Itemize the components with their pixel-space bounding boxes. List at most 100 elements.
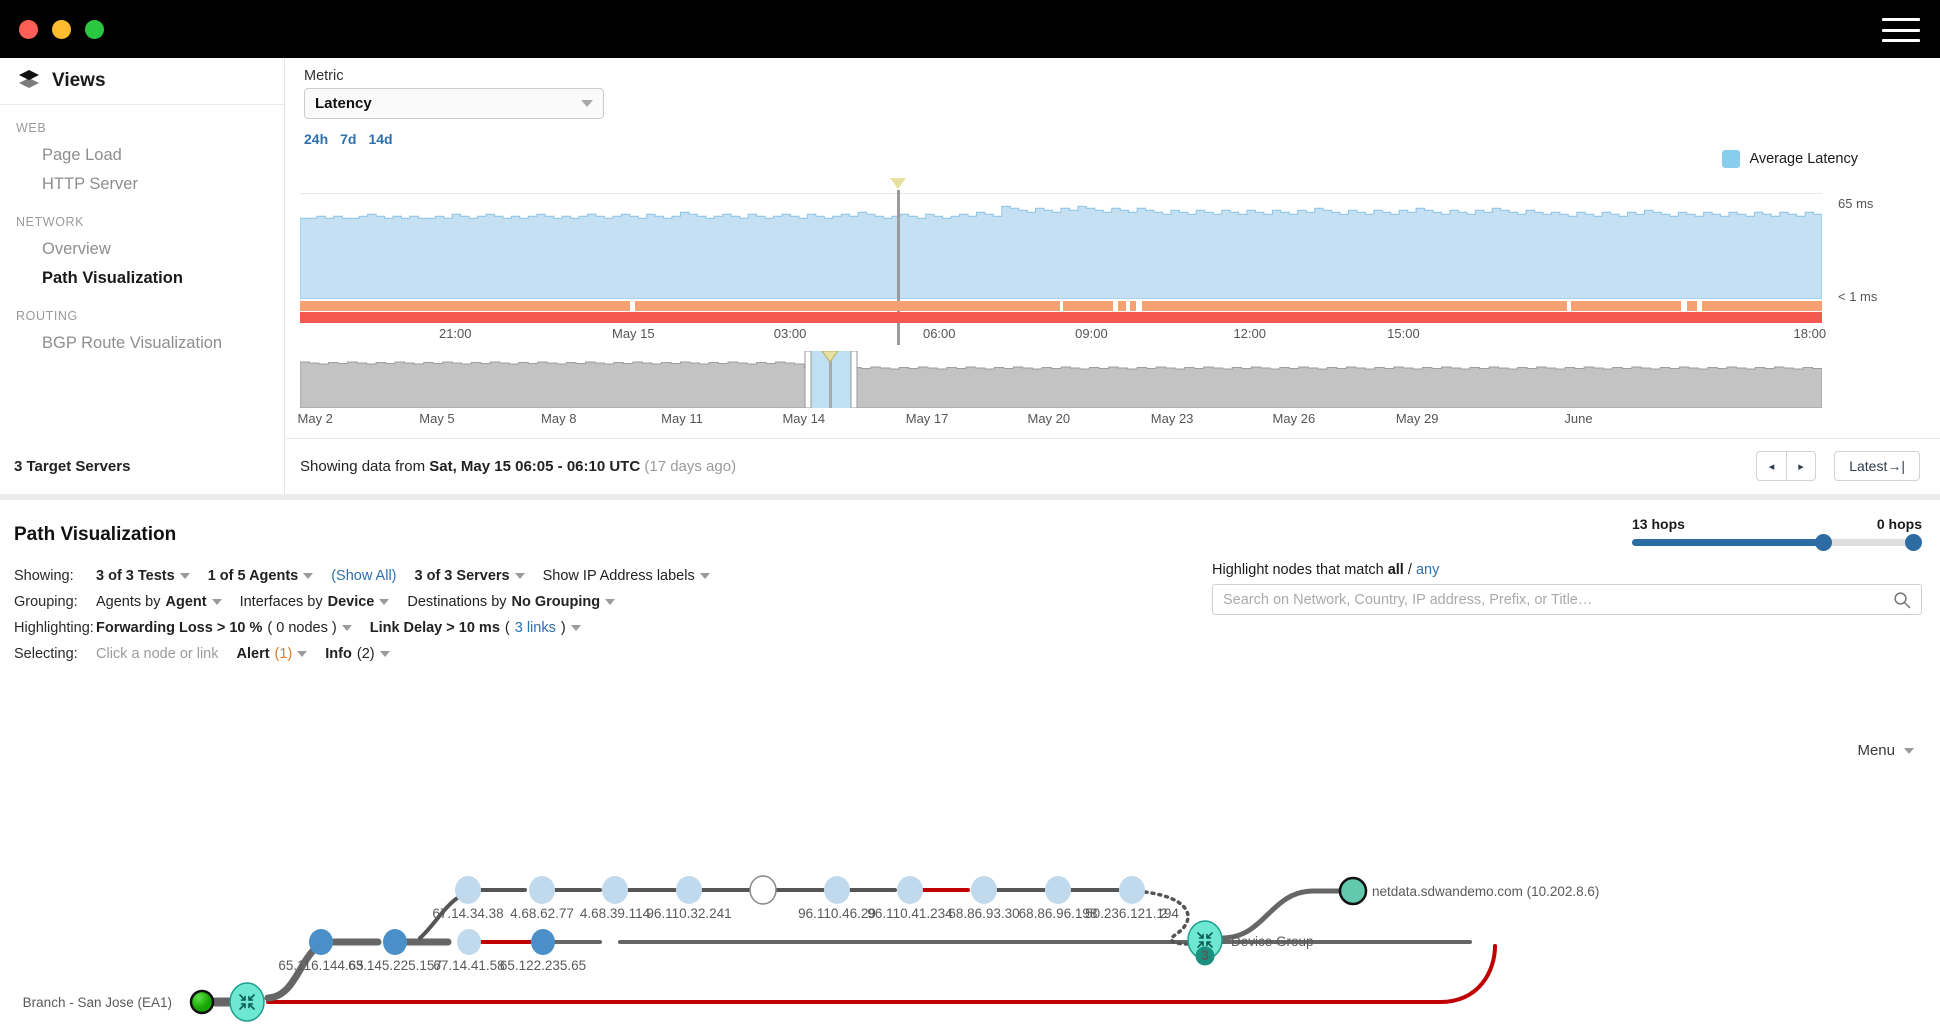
showing-data-text: Showing data from Sat, May 15 06:05 - 06…	[300, 458, 736, 475]
hop-label: 96.110.46.29	[798, 906, 876, 921]
window-minimize-button[interactable]	[52, 20, 71, 39]
show-ip-address-labels[interactable]: Show IP Address labels	[543, 568, 710, 584]
overview-x-tick-label: May 5	[419, 411, 454, 426]
chevron-down-icon	[700, 573, 710, 579]
target-servers-count: 3 Target Servers	[0, 438, 285, 494]
hamburger-menu-icon[interactable]	[1882, 18, 1920, 42]
hop-label: 4.68.39.114	[580, 906, 651, 921]
x-tick-label: 03:00	[774, 326, 807, 341]
metric-select[interactable]: Latency	[304, 88, 604, 119]
range-tab-14d[interactable]: 14d	[368, 131, 392, 147]
grouping-agents-prefix: Agents by	[96, 594, 161, 610]
overview-x-tick-label: May 17	[906, 411, 949, 426]
search-input[interactable]	[1223, 592, 1887, 608]
filter-agents[interactable]: 1 of 5 Agents	[208, 568, 314, 584]
sidebar-item-bgp-route-visualization[interactable]: BGP Route Visualization	[0, 329, 284, 358]
filter-servers[interactable]: 3 of 3 Servers	[415, 568, 525, 584]
data-range-bar: Showing data from Sat, May 15 06:05 - 06…	[286, 438, 1940, 494]
prev-period-button[interactable]: ◂	[1756, 451, 1786, 481]
grouping-agents[interactable]: Agents by Agent	[96, 594, 222, 610]
selecting-info[interactable]: Info (2)	[325, 646, 389, 662]
hops-slider-handle-right[interactable]	[1905, 534, 1922, 551]
overview-x-tick-label: May 23	[1151, 411, 1194, 426]
sidebar-item-page-load[interactable]: Page Load	[0, 141, 284, 170]
grouping-row: Grouping: Agents by Agent Interfaces by …	[14, 594, 633, 610]
next-period-button[interactable]: ▸	[1786, 451, 1816, 481]
selecting-info-label: Info	[325, 646, 352, 662]
showing-row-label: Showing:	[14, 568, 96, 584]
range-tab-24h[interactable]: 24h	[304, 131, 328, 147]
metric-chart-area: Metric Latency 24h 7d 14d Average Latenc…	[286, 58, 1940, 438]
chart-event-band[interactable]	[300, 301, 1822, 323]
path-graph[interactable]: 3 Branch - San Jose (EA1) 10.202.0.254 D…	[0, 770, 1940, 1026]
grouping-destinations[interactable]: Destinations by No Grouping	[407, 594, 615, 610]
highlight-match-any[interactable]: any	[1416, 562, 1439, 578]
hop-label: 50.236.121.194	[1085, 906, 1179, 921]
time-range-tabs: 24h 7d 14d	[304, 131, 393, 147]
x-tick-label: 12:00	[1233, 326, 1266, 341]
showing-data-range: Sat, May 15 06:05 - 06:10 UTC	[429, 458, 640, 475]
x-tick-label: 21:00	[439, 326, 472, 341]
sidebar-section-routing: ROUTING	[0, 293, 284, 329]
svg-text:Device Group: Device Group	[1231, 934, 1314, 949]
metric-label: Metric	[304, 68, 343, 84]
grouping-interfaces[interactable]: Interfaces by Device	[240, 594, 390, 610]
window-maximize-button[interactable]	[85, 20, 104, 39]
graph-menu-label: Menu	[1857, 742, 1895, 759]
sidebar-section-web: WEB	[0, 105, 284, 141]
y-axis-min-label: < 1 ms	[1838, 289, 1877, 304]
window-close-button[interactable]	[19, 20, 38, 39]
x-tick-label: 18:00	[1794, 326, 1827, 341]
metric-select-value: Latency	[315, 95, 581, 112]
highlight-match-sep: /	[1404, 562, 1416, 578]
sidebar-item-path-visualization[interactable]: Path Visualization	[0, 264, 284, 293]
hops-slider-handle-left[interactable]	[1815, 534, 1832, 551]
filter-agents-label: 1 of 5 Agents	[208, 568, 299, 584]
chevron-down-icon	[571, 625, 581, 631]
grouping-row-label: Grouping:	[14, 594, 96, 610]
filter-servers-label: 3 of 3 Servers	[415, 568, 510, 584]
hop-label: 63.145.225.157	[348, 958, 442, 973]
chart-overview-brush[interactable]	[300, 351, 1822, 408]
hop-label: 68.86.93.30	[948, 906, 1019, 921]
range-tab-7d[interactable]: 7d	[340, 131, 356, 147]
chevron-down-icon	[605, 599, 615, 605]
selecting-row: Selecting: Click a node or link Alert (1…	[14, 646, 408, 662]
graph-menu-button[interactable]: Menu	[1857, 742, 1914, 759]
sidebar-item-overview[interactable]: Overview	[0, 235, 284, 264]
hops-slider-track[interactable]	[1632, 539, 1922, 546]
filter-tests[interactable]: 3 of 3 Tests	[96, 568, 190, 584]
showing-row: Showing: 3 of 3 Tests 1 of 5 Agents (Sho…	[14, 568, 728, 584]
chart-legend: Average Latency	[1722, 150, 1858, 168]
svg-text:Branch - San Jose (EA1): Branch - San Jose (EA1)	[23, 995, 172, 1010]
show-all-link[interactable]: (Show All)	[331, 568, 396, 584]
sidebar-section-network: NETWORK	[0, 199, 284, 235]
path-visualization-panel: Path Visualization 13 hops 0 hops Showin…	[0, 494, 1940, 1020]
grouping-agents-value: Agent	[166, 594, 207, 610]
latest-button[interactable]: Latest→|	[1834, 451, 1920, 481]
time-nav-buttons: ◂ ▸	[1756, 451, 1816, 481]
selecting-alert[interactable]: Alert (1)	[237, 646, 308, 662]
overview-x-tick-label: May 29	[1396, 411, 1439, 426]
grouping-destinations-prefix: Destinations by	[407, 594, 506, 610]
chevron-down-icon	[342, 625, 352, 631]
hops-slider[interactable]: 13 hops 0 hops	[1632, 516, 1922, 546]
svg-text:3: 3	[1201, 948, 1209, 963]
x-tick-label: 15:00	[1387, 326, 1420, 341]
selecting-row-label: Selecting:	[14, 646, 96, 662]
layers-icon	[18, 69, 40, 94]
highlight-match-all[interactable]: all	[1388, 562, 1404, 578]
overview-x-tick-label: May 26	[1273, 411, 1316, 426]
chart-plot-area[interactable]	[300, 193, 1822, 298]
grouping-destinations-value: No Grouping	[512, 594, 601, 610]
highlight-link-delay-count-suffix: )	[561, 620, 566, 636]
highlight-link-delay[interactable]: Link Delay > 10 ms ( 3 links )	[370, 620, 581, 636]
highlight-link-delay-links[interactable]: 3 links	[515, 620, 556, 636]
search-icon[interactable]	[1893, 591, 1911, 614]
sidebar-item-http-server[interactable]: HTTP Server	[0, 170, 284, 199]
hops-left-label: 13 hops	[1632, 516, 1685, 532]
selecting-info-count: (2)	[357, 646, 375, 662]
hop-label: 4.68.62.77	[510, 906, 574, 921]
highlight-forwarding-loss[interactable]: Forwarding Loss > 10 % ( 0 nodes )	[96, 620, 352, 636]
search-row[interactable]	[1212, 584, 1922, 615]
